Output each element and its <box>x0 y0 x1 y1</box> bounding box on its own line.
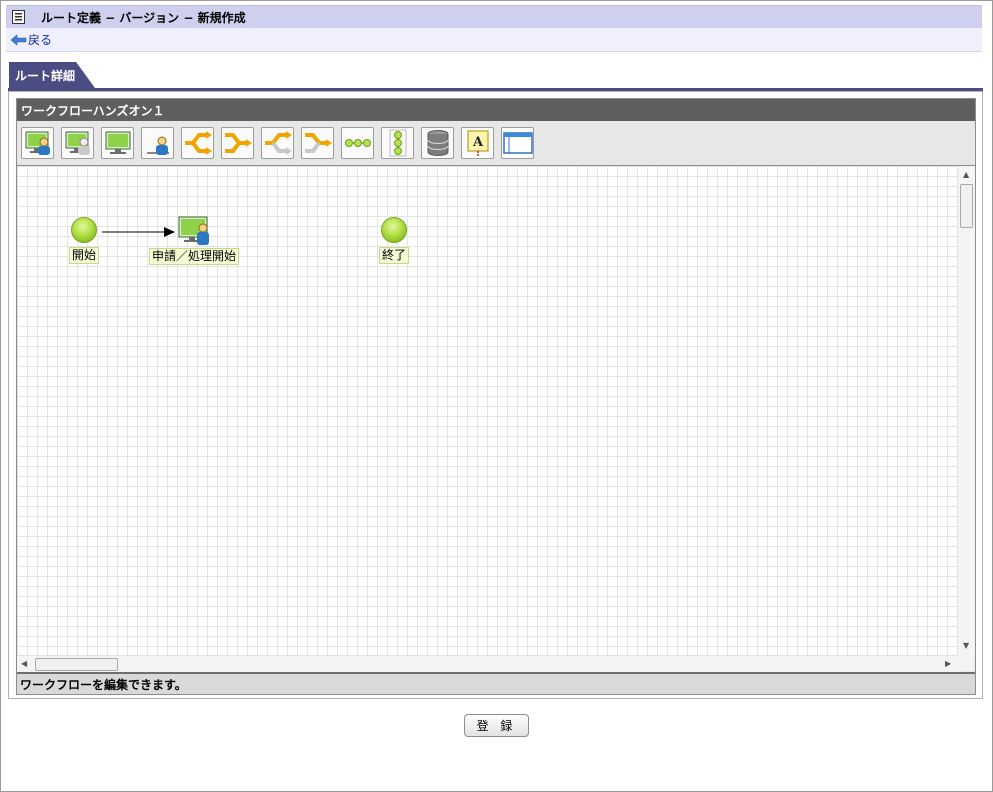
window-icon[interactable] <box>501 127 534 159</box>
user-task-node[interactable]: 申請／処理開始 <box>149 216 240 265</box>
vertical-nodes-icon[interactable] <box>381 127 414 159</box>
back-link[interactable]: 戻る <box>28 31 52 48</box>
horizontal-scrollbar[interactable]: ◀ ▶ <box>17 655 957 672</box>
scroll-right-icon[interactable]: ▶ <box>945 660 951 668</box>
database-icon[interactable] <box>421 127 454 159</box>
start-circle-icon <box>71 217 97 243</box>
user-task-gray-icon[interactable] <box>61 127 94 159</box>
svg-text:A: A <box>471 135 483 150</box>
workflow-canvas[interactable]: 開始 申請／処理開始 終了 <box>17 166 957 655</box>
node-label: 終了 <box>379 247 410 264</box>
person-icon[interactable] <box>141 127 174 159</box>
text-note-icon[interactable]: A <box>461 127 494 159</box>
horizontal-scroll-thumb[interactable] <box>35 658 118 671</box>
workflow-editor: ワークフローハンズオン１ A 開始 申請／処理開始 終了 ▲ ▼ ◀ ▶ ワーク… <box>16 98 976 695</box>
scroll-corner <box>957 655 974 671</box>
route-detail-panel: ワークフローハンズオン１ A 開始 申請／処理開始 終了 ▲ ▼ ◀ ▶ ワーク… <box>8 91 983 699</box>
split-gray-icon[interactable] <box>261 127 294 159</box>
horizontal-nodes-icon[interactable] <box>341 127 374 159</box>
scroll-down-icon[interactable]: ▼ <box>963 642 969 650</box>
vertical-scrollbar[interactable]: ▲ ▼ <box>957 166 975 655</box>
editor-toolbar: A <box>17 121 975 166</box>
end-node[interactable]: 終了 <box>379 217 410 264</box>
node-label: 開始 <box>69 247 100 264</box>
branch-split-icon[interactable] <box>181 127 214 159</box>
scroll-up-icon[interactable]: ▲ <box>963 171 969 179</box>
page-title: ルート定義 − バージョン − 新規作成 <box>41 10 246 25</box>
merge-gray-icon[interactable] <box>301 127 334 159</box>
workflow-name: ワークフローハンズオン１ <box>17 99 975 121</box>
editor-status-message: ワークフローを編集できます。 <box>17 672 975 694</box>
page-header: ルート定義 − バージョン − 新規作成 <box>6 5 982 29</box>
scroll-left-icon[interactable]: ◀ <box>21 660 27 668</box>
user-task-icon <box>178 216 209 245</box>
vertical-scroll-thumb[interactable] <box>960 184 973 228</box>
document-icon <box>11 10 25 24</box>
back-arrow-icon[interactable] <box>11 33 27 46</box>
system-task-icon[interactable] <box>101 127 134 159</box>
start-node[interactable]: 開始 <box>69 217 100 264</box>
branch-merge-icon[interactable] <box>221 127 254 159</box>
node-label: 申請／処理開始 <box>149 248 240 265</box>
back-bar: 戻る <box>6 28 982 52</box>
register-button[interactable]: 登 録 <box>464 714 529 737</box>
end-circle-icon <box>381 217 407 243</box>
user-task-icon[interactable] <box>21 127 54 159</box>
